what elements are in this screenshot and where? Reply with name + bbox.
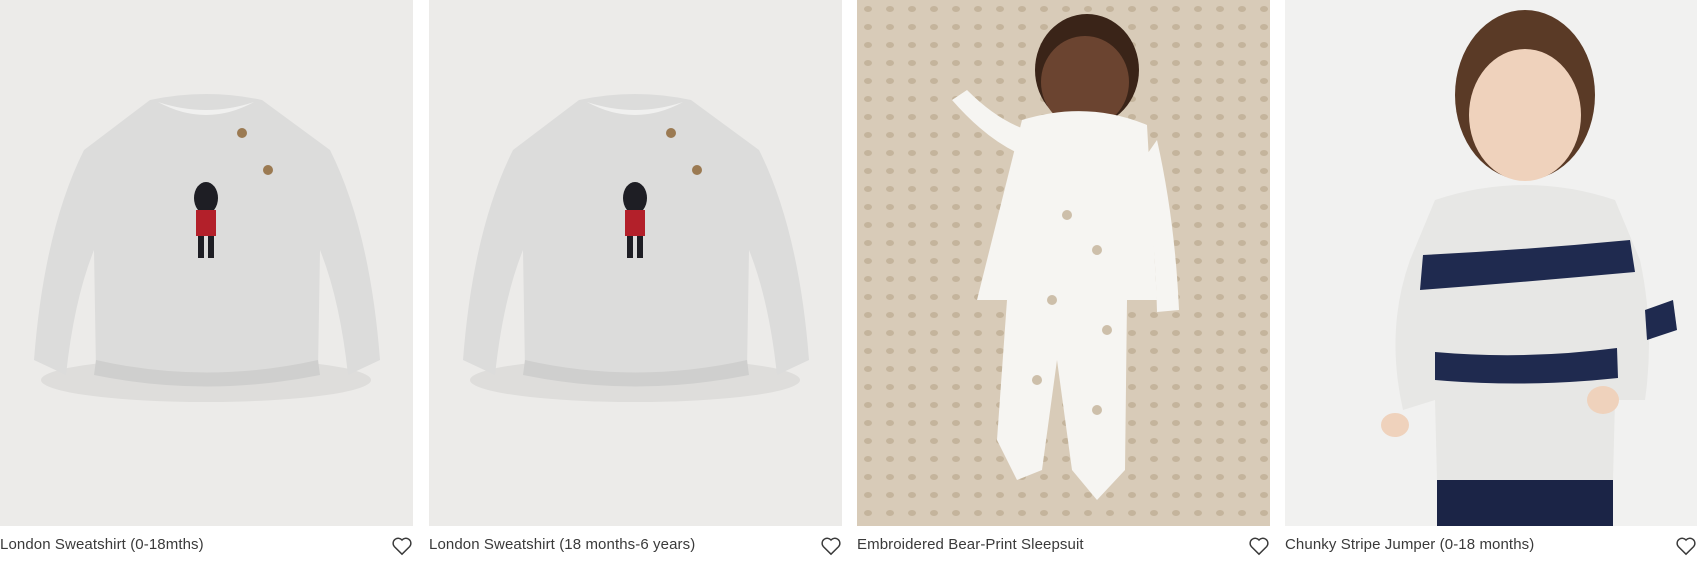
product-title[interactable]: Chunky Stripe Jumper (0-18 months) — [1285, 536, 1534, 553]
product-image-london-sweatshirt[interactable] — [429, 0, 842, 526]
sleepsuit-photo-illustration — [857, 0, 1270, 526]
product-title[interactable]: Embroidered Bear-Print Sleepsuit — [857, 536, 1084, 553]
product-meta: London Sweatshirt (18 months-6 years) — [429, 526, 842, 566]
product-meta: Embroidered Bear-Print Sleepsuit — [857, 526, 1270, 566]
jumper-photo-illustration — [1285, 0, 1697, 526]
product-meta: Chunky Stripe Jumper (0-18 months) — [1285, 526, 1697, 566]
product-title[interactable]: London Sweatshirt (18 months-6 years) — [429, 536, 695, 553]
product-title[interactable]: London Sweatshirt (0-18mths) — [0, 536, 204, 553]
product-card[interactable]: London Sweatshirt (0-18mths) — [0, 0, 413, 576]
sweatshirt-illustration — [429, 0, 842, 526]
heart-outline-icon[interactable] — [1248, 536, 1270, 556]
product-card[interactable]: Chunky Stripe Jumper (0-18 months) — [1285, 0, 1697, 576]
product-image-london-sweatshirt[interactable] — [0, 0, 413, 526]
product-meta: London Sweatshirt (0-18mths) — [0, 526, 413, 566]
heart-outline-icon[interactable] — [391, 536, 413, 556]
sweatshirt-illustration — [0, 0, 413, 526]
product-card[interactable]: London Sweatshirt (18 months-6 years) — [429, 0, 842, 576]
heart-outline-icon[interactable] — [1675, 536, 1697, 556]
product-image-chunky-stripe-jumper[interactable] — [1285, 0, 1697, 526]
product-card[interactable]: Embroidered Bear-Print Sleepsuit — [857, 0, 1270, 576]
heart-outline-icon[interactable] — [820, 536, 842, 556]
product-grid: London Sweatshirt (0-18mths) London Swea… — [0, 0, 1697, 576]
product-image-bear-sleepsuit[interactable] — [857, 0, 1270, 526]
